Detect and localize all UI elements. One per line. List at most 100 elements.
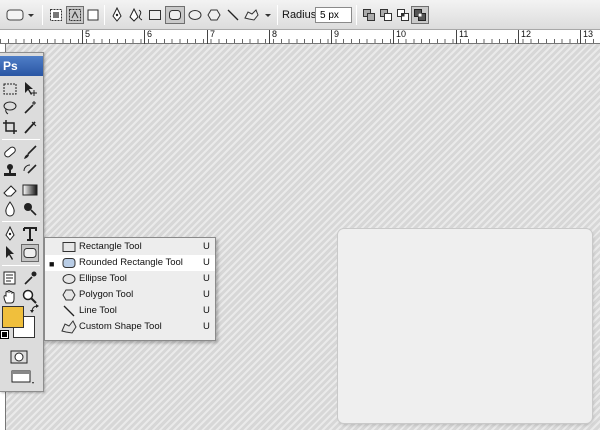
ruler-tick-label: 12	[518, 30, 531, 44]
ruler-tick-label: 7	[207, 30, 215, 44]
pen-tool-button[interactable]	[108, 6, 126, 24]
foreground-color-swatch[interactable]	[2, 306, 24, 328]
move-tool[interactable]	[21, 80, 39, 98]
subtract-from-shape-button[interactable]	[377, 6, 395, 24]
type-t-icon	[23, 227, 37, 241]
ruler-tick-label: 11	[456, 30, 468, 44]
gradient-tool[interactable]	[21, 181, 39, 199]
stamp-icon	[4, 164, 16, 176]
menu-item-rectangle-tool[interactable]: Rectangle Tool U	[45, 239, 215, 255]
freeform-pen-icon	[129, 7, 143, 22]
app-logo: Ps	[0, 56, 43, 76]
marquee-tool[interactable]	[1, 80, 19, 98]
menu-item-shortcut: U	[203, 289, 210, 300]
pen-tool[interactable]	[1, 225, 19, 243]
brush-tool[interactable]	[21, 143, 39, 161]
rectangular-marquee-icon	[3, 83, 17, 95]
shape-layers-button[interactable]	[47, 6, 65, 24]
menu-item-label: Rectangle Tool	[79, 241, 142, 252]
fill-pixels-button[interactable]	[84, 6, 102, 24]
menu-item-line-tool[interactable]: Line Tool U	[45, 303, 215, 319]
radius-input[interactable]	[315, 7, 352, 23]
swap-colors-icon[interactable]	[30, 304, 40, 314]
ruler-tick-label: 6	[144, 30, 152, 44]
rounded-rectangle-shape[interactable]	[338, 229, 592, 423]
eyedropper-icon	[24, 271, 37, 285]
exclude-shape-button[interactable]	[411, 6, 429, 24]
exclude-icon	[414, 9, 426, 21]
screen-mode-icon	[11, 370, 34, 384]
tools-panel: Ps	[0, 52, 44, 392]
menu-item-polygon-tool[interactable]: Polygon Tool U	[45, 287, 215, 303]
lasso-tool[interactable]	[1, 99, 19, 117]
healing-brush-tool[interactable]	[1, 143, 19, 161]
menu-item-label: Rounded Rectangle Tool	[79, 257, 183, 268]
rectangle-shape-button[interactable]	[146, 6, 164, 24]
brush-icon	[24, 145, 37, 159]
path-selection-arrow-icon	[6, 246, 14, 260]
ellipse-icon	[188, 10, 202, 20]
move-icon	[25, 82, 37, 96]
rounded-rectangle-preset-icon	[6, 9, 34, 21]
horizontal-ruler[interactable]: 5 6 7 8 9 10 11 12 13	[0, 30, 600, 44]
ruler-tick-label: 13	[580, 30, 593, 44]
history-brush-tool[interactable]	[21, 162, 39, 180]
hand-icon	[3, 290, 15, 304]
hand-tool[interactable]	[1, 288, 19, 306]
quick-mask-icon	[10, 350, 28, 364]
freeform-pen-button[interactable]	[127, 6, 145, 24]
menu-item-rounded-rectangle-tool[interactable]: ■ Rounded Rectangle Tool U	[45, 255, 215, 271]
custom-shape-icon	[244, 9, 271, 21]
paths-button[interactable]	[66, 6, 84, 24]
subtract-icon	[380, 9, 392, 21]
separator	[356, 5, 357, 25]
custom-shape-button[interactable]	[243, 6, 273, 24]
menu-item-shortcut: U	[203, 305, 210, 316]
paths-icon	[69, 9, 81, 21]
ruler-tick-label: 8	[269, 30, 277, 44]
path-selection-tool[interactable]	[1, 244, 19, 262]
intersect-icon	[397, 9, 409, 21]
intersect-shape-button[interactable]	[394, 6, 412, 24]
quick-mask-button[interactable]	[10, 348, 28, 366]
ellipse-shape-button[interactable]	[186, 6, 204, 24]
crop-tool[interactable]	[1, 118, 19, 136]
menu-item-label: Line Tool	[79, 305, 117, 316]
history-brush-icon	[23, 164, 37, 174]
menu-item-shortcut: U	[203, 257, 210, 268]
rounded-rectangle-shape-button[interactable]	[165, 6, 185, 24]
rounded-rectangle-tool[interactable]	[21, 244, 39, 262]
menu-item-label: Ellipse Tool	[79, 273, 127, 284]
line-icon	[227, 9, 239, 21]
eraser-icon	[3, 185, 17, 197]
clone-stamp-tool[interactable]	[1, 162, 19, 180]
slice-tool[interactable]	[21, 118, 39, 136]
menu-item-ellipse-tool[interactable]: Ellipse Tool U	[45, 271, 215, 287]
line-shape-button[interactable]	[224, 6, 242, 24]
eraser-tool[interactable]	[1, 181, 19, 199]
magic-wand-tool[interactable]	[21, 99, 39, 117]
dodge-icon	[24, 203, 37, 216]
separator	[42, 5, 43, 25]
notes-tool[interactable]	[1, 269, 19, 287]
pen-icon	[112, 7, 122, 22]
shape-tools-flyout-menu: Rectangle Tool U ■ Rounded Rectangle Too…	[44, 237, 216, 341]
menu-item-custom-shape-tool[interactable]: Custom Shape Tool U	[45, 319, 215, 335]
type-tool[interactable]	[21, 225, 39, 243]
add-to-shape-button[interactable]	[360, 6, 378, 24]
radius-label: Radius:	[282, 9, 320, 21]
lasso-icon	[3, 101, 17, 115]
tool-preset-picker[interactable]	[6, 6, 36, 24]
crop-icon	[3, 120, 17, 134]
polygon-tool-icon	[61, 288, 77, 302]
selected-bullet-icon: ■	[49, 259, 55, 269]
eyedropper-tool[interactable]	[21, 269, 39, 287]
default-colors-icon[interactable]	[0, 330, 9, 339]
dodge-tool[interactable]	[21, 200, 39, 218]
polygon-shape-button[interactable]	[205, 6, 223, 24]
zoom-magnifier-icon	[22, 289, 37, 304]
polygon-icon	[207, 9, 221, 21]
menu-item-shortcut: U	[203, 241, 210, 252]
screen-mode-button[interactable]	[10, 368, 36, 386]
blur-tool[interactable]	[1, 200, 19, 218]
